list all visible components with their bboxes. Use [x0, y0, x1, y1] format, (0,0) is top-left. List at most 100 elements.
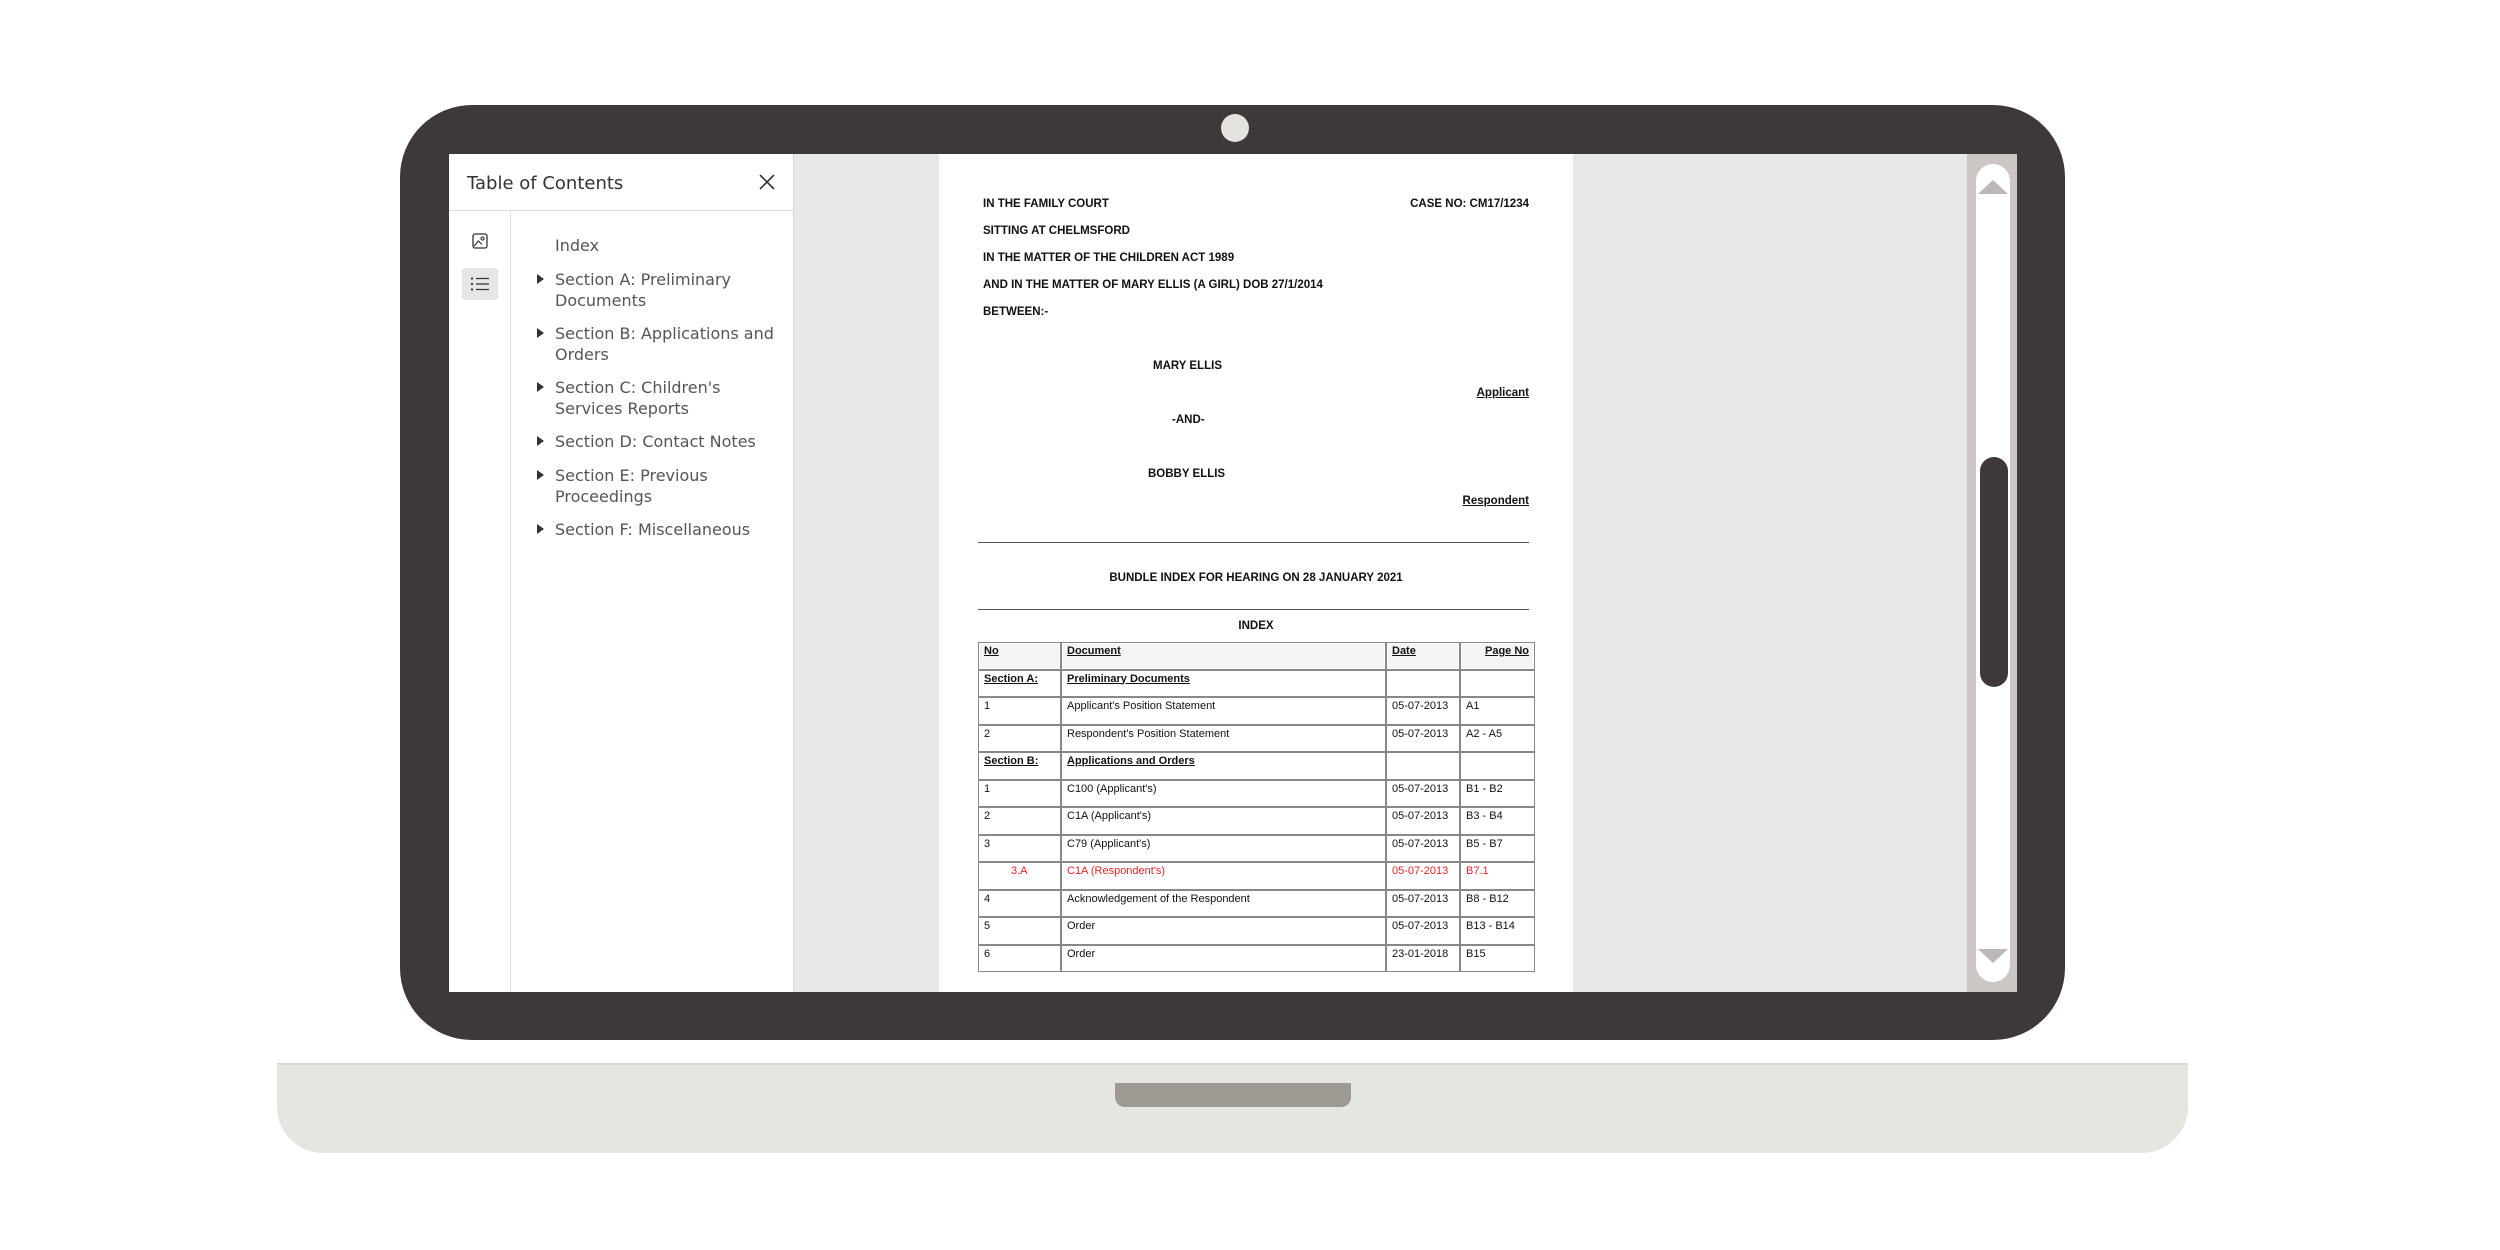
expand-arrow-icon[interactable]: [537, 470, 544, 480]
respondent-role: Respondent: [1462, 495, 1529, 507]
case-number: CASE NO: CM17/1234: [1410, 198, 1529, 210]
row-number: 2: [978, 724, 1061, 752]
toc-panel: Table of Contents Index Section A: Preli…: [449, 154, 794, 992]
table-row: 1 C100 (Applicant's) 05-07-2013 B1 - B2: [978, 779, 1535, 807]
row-page: B8 - B12: [1460, 889, 1535, 917]
row-number: 3.A: [978, 862, 1061, 890]
between-label: BETWEEN:-: [983, 306, 1049, 318]
section-row: Section B: Applications and Orders: [978, 752, 1535, 780]
toc-view-rail: [449, 211, 511, 992]
row-document: C1A (Respondent's): [1061, 862, 1386, 890]
court-name: IN THE FAMILY COURT: [983, 198, 1109, 210]
row-document: Order: [1061, 944, 1386, 972]
toc-item-label: Section F: Miscellaneous: [555, 520, 751, 539]
row-date: 05-07-2013: [1386, 862, 1460, 890]
row-page: B7.1: [1460, 862, 1535, 890]
row-date: 05-07-2013: [1386, 889, 1460, 917]
row-number: 3: [978, 834, 1061, 862]
row-page: B15: [1460, 944, 1535, 972]
row-number: Section B:: [978, 752, 1061, 780]
webcam: [1221, 114, 1249, 142]
row-document: Preliminary Documents: [1061, 669, 1386, 697]
scroll-thumb[interactable]: [1980, 457, 2008, 687]
divider: [978, 542, 1529, 543]
row-date: 05-07-2013: [1386, 697, 1460, 725]
row-number: 1: [978, 697, 1061, 725]
row-date: 05-07-2013: [1386, 834, 1460, 862]
row-document: C79 (Applicant's): [1061, 834, 1386, 862]
row-document: Respondent's Position Statement: [1061, 724, 1386, 752]
row-document: Acknowledgement of the Respondent: [1061, 889, 1386, 917]
scroll-up-arrow-icon[interactable]: [1978, 180, 2008, 194]
row-date: 05-07-2013: [1386, 779, 1460, 807]
respondent-name: BOBBY ELLIS: [1148, 468, 1226, 480]
column-header-page: Page No: [1460, 642, 1535, 670]
scroll-down-arrow-icon[interactable]: [1978, 949, 2008, 963]
row-number: 4: [978, 889, 1061, 917]
matter-act: IN THE MATTER OF THE CHILDREN ACT 1989: [983, 252, 1235, 264]
outline-view-button[interactable]: [462, 268, 498, 300]
table-row: 2 Respondent's Position Statement 05-07-20…: [978, 724, 1535, 752]
toc-item-label: Section E: Previous Proceedings: [555, 466, 708, 506]
expand-arrow-icon[interactable]: [537, 436, 544, 446]
toc-item-label: Section D: Contact Notes: [555, 432, 756, 451]
toc-item-label: Section C: Children's Services Reports: [555, 378, 721, 418]
toc-item-label: Section A: Preliminary Documents: [555, 270, 732, 310]
toc-item-label: Section B: Applications and Orders: [555, 324, 774, 364]
row-number: 6: [978, 944, 1061, 972]
highlighted-row: 3.A C1A (Respondent's) 05-07-2013 B7.1: [978, 862, 1535, 890]
table-header-row: No Document Date Page No: [978, 642, 1535, 670]
row-page: B13 - B14: [1460, 917, 1535, 945]
row-date: 23-01-2018: [1386, 944, 1460, 972]
screen: Table of Contents Index Section A: Preli…: [449, 154, 2017, 992]
row-date: [1386, 669, 1460, 697]
row-date: 05-07-2013: [1386, 807, 1460, 835]
bundle-title: BUNDLE INDEX FOR HEARING ON 28 JANUARY 2…: [1109, 572, 1403, 584]
row-number: 1: [978, 779, 1061, 807]
table-row: 5 Order 05-07-2013 B13 - B14: [978, 917, 1535, 945]
row-document: C100 (Applicant's): [1061, 779, 1386, 807]
row-page: B5 - B7: [1460, 834, 1535, 862]
row-page: A2 - A5: [1460, 724, 1535, 752]
document-page: IN THE FAMILY COURT CASE NO: CM17/1234 S…: [939, 154, 1573, 992]
applicant-role: Applicant: [1476, 387, 1529, 399]
row-page: B3 - B4: [1460, 807, 1535, 835]
table-row: 2 C1A (Applicant's) 05-07-2013 B3 - B4: [978, 807, 1535, 835]
applicant-name: MARY ELLIS: [1153, 360, 1223, 372]
column-header-date: Date: [1386, 642, 1460, 670]
row-number: 5: [978, 917, 1061, 945]
section-row: Section A: Preliminary Documents: [978, 669, 1535, 697]
index-table: No Document Date Page No Section A: Prelimina…: [978, 642, 1535, 972]
row-page: A1: [1460, 697, 1535, 725]
index-heading: INDEX: [1238, 620, 1274, 632]
image-icon: [472, 233, 488, 249]
court-location: SITTING AT CHELMSFORD: [983, 225, 1130, 237]
row-document: Order: [1061, 917, 1386, 945]
toc-header: Table of Contents: [449, 154, 793, 211]
row-date: [1386, 752, 1460, 780]
row-document: Applicant's Position Statement: [1061, 697, 1386, 725]
vertical-scrollbar[interactable]: [1967, 154, 2017, 992]
expand-arrow-icon[interactable]: [537, 328, 544, 338]
row-page: [1460, 752, 1535, 780]
row-number: Section A:: [978, 669, 1061, 697]
row-page: [1460, 669, 1535, 697]
row-document: Applications and Orders: [1061, 752, 1386, 780]
row-date: 05-07-2013: [1386, 917, 1460, 945]
list-icon: [470, 277, 489, 291]
column-header-no: No: [978, 642, 1061, 670]
row-date: 05-07-2013: [1386, 724, 1460, 752]
expand-arrow-icon[interactable]: [537, 274, 544, 284]
divider: [978, 609, 1529, 610]
row-page: B1 - B2: [1460, 779, 1535, 807]
thumbnails-view-button[interactable]: [462, 225, 498, 257]
close-icon[interactable]: [755, 170, 779, 194]
table-row: 4 Acknowledgement of the Respondent 05-07-…: [978, 889, 1535, 917]
trackpad-notch: [1115, 1083, 1351, 1107]
expand-arrow-icon[interactable]: [537, 524, 544, 534]
table-row: 3 C79 (Applicant's) 05-07-2013 B5 - B7: [978, 834, 1535, 862]
column-header-document: Document: [1061, 642, 1386, 670]
row-number: 2: [978, 807, 1061, 835]
expand-arrow-icon[interactable]: [537, 382, 544, 392]
toc-title: Table of Contents: [467, 173, 624, 194]
